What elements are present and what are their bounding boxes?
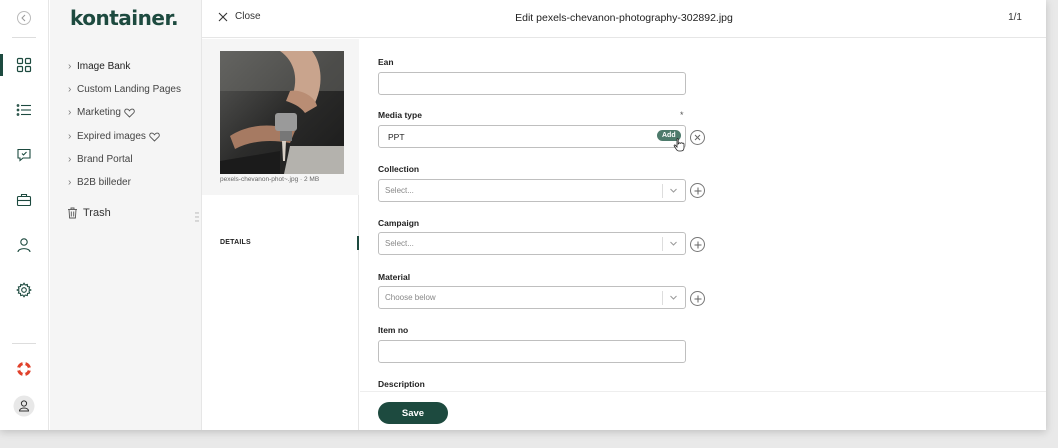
nav-item-label: Marketing [77,107,121,118]
heart-icon[interactable] [149,132,160,142]
description-label: Description [378,379,425,389]
nav-item-label: Brand Portal [77,154,133,165]
nav-item-expired-images[interactable]: › Expired images [68,131,160,142]
nav-item-image-bank[interactable]: › Image Bank [68,61,130,72]
briefcase-icon[interactable] [12,188,36,212]
add-campaign-button[interactable] [690,237,705,252]
nav-item-marketing[interactable]: › Marketing [68,107,135,118]
material-select[interactable]: Choose below [378,286,686,309]
ean-field[interactable] [378,72,686,95]
chevron-down-icon [670,241,677,246]
nav-item-trash[interactable]: Trash [67,207,111,219]
chevron-right-icon: › [68,154,72,165]
app-window: kontainer. › Image Bank › Custom Landing… [0,0,1046,430]
media-type-field[interactable]: PPT [378,125,686,148]
collection-placeholder: Select... [385,186,414,195]
trash-label: Trash [83,207,111,219]
campaign-select[interactable]: Select... [378,232,686,255]
logo: kontainer. [70,6,179,30]
chevron-right-icon: › [68,61,72,72]
file-counter: 1/1 [1008,12,1022,23]
rail-divider [12,343,36,344]
preview-panel: pexels-chevanon-phot~.jpg · 2 MB DETAILS [202,39,359,430]
rail-active-indicator [0,54,3,76]
campaign-label: Campaign [378,218,420,228]
plus-icon [694,295,701,302]
add-material-button[interactable] [690,291,705,306]
grid-icon[interactable] [12,53,36,77]
nav-item-brand-portal[interactable]: › Brand Portal [68,154,133,165]
material-placeholder: Choose below [385,293,436,302]
campaign-placeholder: Select... [385,239,414,248]
collection-select[interactable]: Select... [378,179,686,202]
list-icon[interactable] [12,98,36,122]
add-collection-button[interactable] [690,183,705,198]
gear-icon[interactable] [12,278,36,302]
edit-form: Ean Media type * PPT Add Collection Sele… [360,39,1046,391]
nav-item-b2b-billeder[interactable]: › B2B billeder [68,177,131,188]
nav-item-custom-landing-pages[interactable]: › Custom Landing Pages [68,84,181,95]
select-divider [662,184,663,198]
resize-handle-icon[interactable] [195,212,199,222]
account-icon[interactable] [12,394,36,418]
nav-item-label: Custom Landing Pages [77,84,181,95]
item-no-label: Item no [378,325,409,335]
nav-item-label: Expired images [77,131,146,142]
chevron-down-icon [670,295,677,300]
chevron-right-icon: › [68,131,72,142]
plus-icon [694,241,701,248]
editor-header: Close Edit pexels-chevanon-photography-3… [202,0,1046,38]
comment-icon[interactable] [12,143,36,167]
media-type-value: PPT [388,131,405,142]
close-icon [694,134,701,141]
sidebar-nav: kontainer. › Image Bank › Custom Landing… [50,0,202,430]
plus-icon [694,187,701,194]
collection-label: Collection [378,164,420,174]
page-title: Edit pexels-chevanon-photography-302892.… [515,12,733,24]
ean-label: Ean [378,57,394,67]
chevron-right-icon: › [68,177,72,188]
rail-divider [12,37,36,38]
tab-active-indicator [357,236,359,250]
chevron-right-icon: › [68,84,72,95]
required-marker: * [680,110,684,120]
preview-area: pexels-chevanon-phot~.jpg · 2 MB [202,39,359,195]
chevron-right-icon: › [68,107,72,118]
material-label: Material [378,272,411,282]
clear-media-type-button[interactable] [690,130,705,145]
user-icon[interactable] [12,233,36,257]
save-button[interactable]: Save [378,402,448,424]
chevron-down-icon [670,188,677,193]
hand-cursor-icon [673,138,685,152]
nav-item-label: Image Bank [77,61,131,72]
tab-details[interactable]: DETAILS [220,239,251,246]
icon-rail [0,0,49,430]
select-divider [662,291,663,305]
heart-icon[interactable] [124,108,135,118]
form-footer: Save [360,391,1046,430]
collapse-icon[interactable] [12,6,36,30]
lifebuoy-icon[interactable] [12,357,36,381]
nav-item-label: B2B billeder [77,177,131,188]
media-type-label: Media type [378,110,422,120]
select-divider [662,237,663,251]
image-thumbnail[interactable] [220,51,344,174]
trash-icon [68,207,77,219]
file-caption: pexels-chevanon-phot~.jpg · 2 MB [220,176,320,183]
item-no-field[interactable] [378,340,686,363]
